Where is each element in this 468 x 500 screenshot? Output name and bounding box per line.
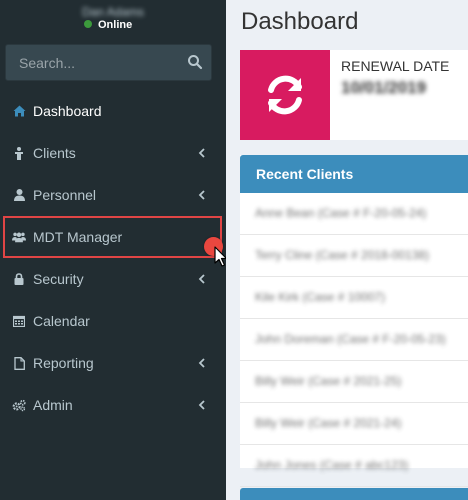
renewal-date-label: Renewal Date (341, 58, 450, 74)
client-name: John Jones (Case # abc123) (255, 458, 409, 472)
calendar-icon (12, 314, 26, 328)
sidebar-item-label: Reporting (33, 355, 94, 371)
client-name: Billy Weir (Case # 2021-24) (255, 416, 402, 430)
client-row[interactable]: John Jones (Case # abc123) (240, 445, 468, 487)
user-name: Dan Adams (81, 5, 145, 19)
person-icon (12, 146, 26, 160)
online-status-icon (84, 20, 92, 28)
client-row[interactable]: Terry Cline (Case # 2018-00138) (240, 235, 468, 277)
renewal-date-value: 10/01/2019 (341, 78, 427, 97)
sidebar-item-label: MDT Manager (33, 229, 123, 245)
client-name: Kile Kirk (Case # 10007) (255, 290, 386, 304)
user-icon (12, 188, 26, 202)
home-icon (12, 104, 26, 118)
recent-clients-box: Recent Clients Anne Bean (Case # F-20-05… (240, 155, 468, 487)
sidebar-item-mdt-manager[interactable]: MDT Manager (3, 216, 222, 258)
sidebar-item-label: Security (33, 271, 84, 287)
search-icon[interactable] (187, 54, 203, 70)
user-status: Online (84, 19, 132, 31)
next-box-header (240, 488, 468, 500)
sidebar-item-label: Admin (33, 397, 73, 413)
sidebar-item-label: Clients (33, 145, 76, 161)
client-name: Anne Bean (Case # F-20-05-24) (255, 206, 427, 220)
sidebar-item-admin[interactable]: Admin (0, 384, 226, 426)
chevron-left-icon (198, 398, 206, 410)
client-row[interactable]: Kile Kirk (Case # 10007) (240, 277, 468, 319)
user-panel: Dan Adams Online (0, 0, 226, 42)
sidebar-item-reporting[interactable]: Reporting (0, 342, 226, 384)
client-row[interactable]: Billy Weir (Case # 2021-24) (240, 403, 468, 445)
client-name: John Doreman (Case # F-20-05-23) (255, 332, 446, 346)
sidebar-item-personnel[interactable]: Personnel (0, 174, 226, 216)
renewal-info-box: Renewal Date 10/01/2019 (240, 50, 468, 140)
client-row[interactable]: Anne Bean (Case # F-20-05-24) (240, 193, 468, 235)
file-icon (12, 356, 26, 370)
page-title: Dashboard (241, 8, 359, 35)
sidebar-item-label: Personnel (33, 187, 97, 203)
sidebar: Dan Adams Online Dashboard Clients (0, 0, 228, 500)
chevron-left-icon (198, 146, 206, 158)
sidebar-item-clients[interactable]: Clients (0, 132, 226, 174)
sidebar-item-label: Calendar (33, 313, 90, 329)
client-name: Billy Weir (Case # 2021-25) (255, 374, 402, 388)
sidebar-menu: Dashboard Clients Personnel MDT Manager … (0, 90, 226, 426)
main-content: Dashboard Renewal Date 10/01/2019 Recent… (226, 0, 468, 500)
chevron-left-icon (198, 272, 206, 284)
search-input[interactable] (6, 45, 181, 80)
sidebar-item-dashboard[interactable]: Dashboard (0, 90, 226, 132)
users-icon (12, 230, 26, 244)
lock-icon (12, 272, 26, 286)
sidebar-item-security[interactable]: Security (0, 258, 226, 300)
refresh-icon (240, 50, 330, 140)
user-status-label: Online (98, 19, 133, 31)
client-row[interactable]: John Doreman (Case # F-20-05-23) (240, 319, 468, 361)
client-row[interactable]: Billy Weir (Case # 2021-25) (240, 361, 468, 403)
cogs-icon (12, 398, 26, 412)
sidebar-search (5, 44, 212, 81)
recent-clients-title: Recent Clients (240, 155, 468, 193)
sidebar-item-label: Dashboard (33, 103, 102, 119)
sidebar-item-calendar[interactable]: Calendar (0, 300, 226, 342)
chevron-left-icon (198, 188, 206, 200)
chevron-left-icon (198, 356, 206, 368)
client-name: Terry Cline (Case # 2018-00138) (255, 248, 430, 262)
